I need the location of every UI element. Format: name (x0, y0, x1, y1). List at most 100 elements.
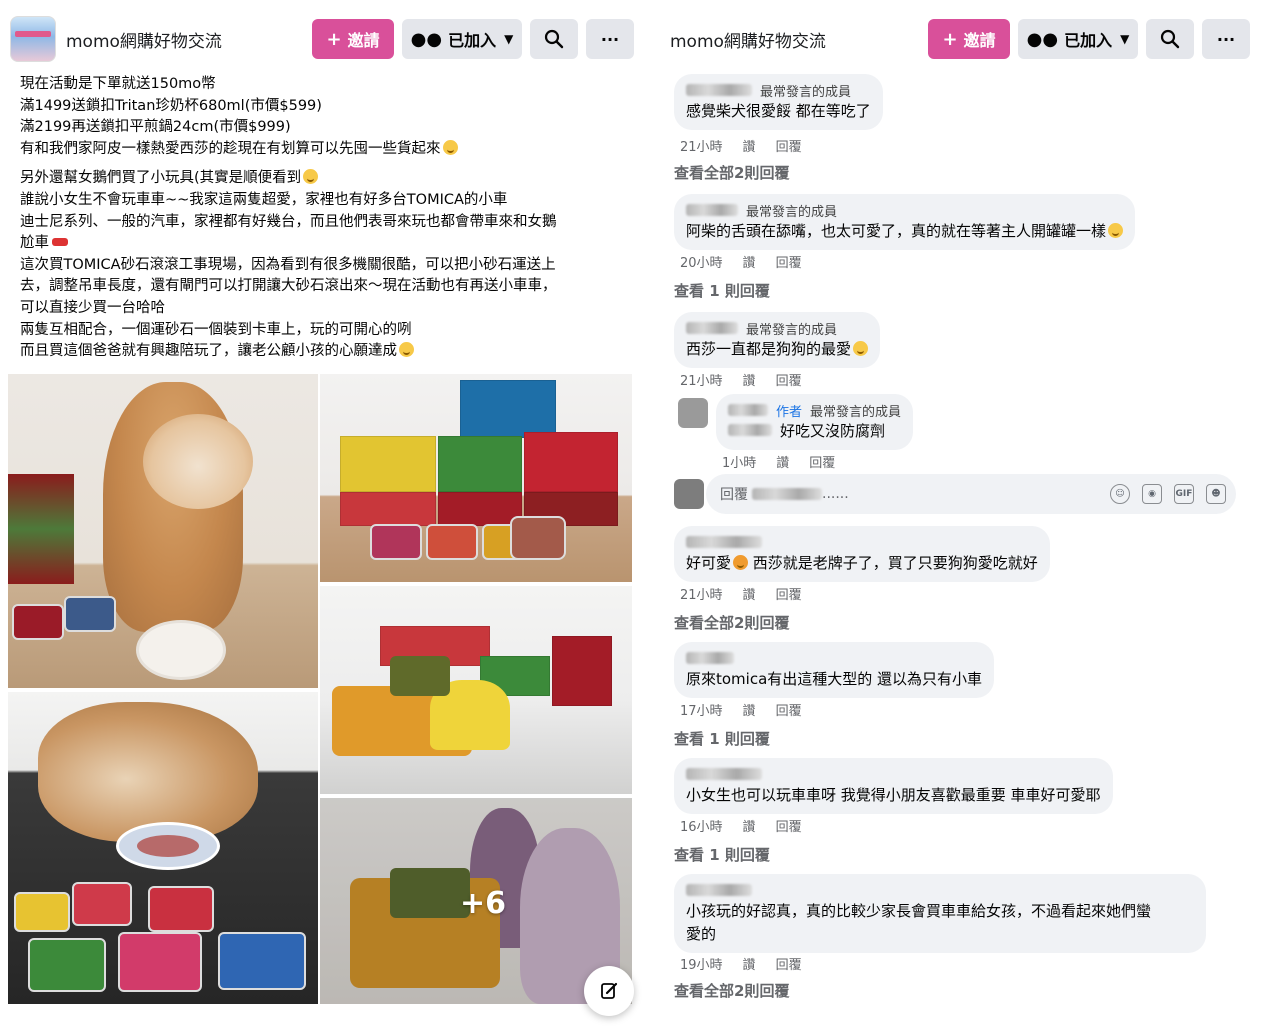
like-link[interactable]: 讚 (743, 370, 756, 389)
joined-button[interactable]: ●● 已加入 ▼ (1018, 19, 1138, 59)
edit-icon (601, 982, 618, 999)
commenter-name-blurred[interactable] (686, 536, 762, 548)
gif-icon[interactable]: GIF (1174, 484, 1194, 504)
invite-button[interactable]: + 邀請 (312, 19, 394, 59)
food-tray (28, 938, 106, 992)
comment-text: 感覺柴犬很愛餒 都在等吃了 (686, 102, 871, 120)
like-link[interactable]: 讚 (743, 136, 756, 155)
reply-link[interactable]: 回覆 (776, 584, 802, 603)
post-line: 尬車 (20, 233, 620, 255)
comment-bubble: 原來tomica有出這種大型的 還以為只有小車 (674, 642, 995, 698)
comment-bubble: 最常發言的成員 阿柴的舌頭在舔嘴，也太可愛了，真的就在等著主人開罐罐一樣 (674, 194, 1136, 250)
food-tray (426, 524, 478, 560)
food-tray (510, 516, 566, 560)
reply-link[interactable]: 回覆 (776, 370, 802, 389)
more-photos-count[interactable]: +6 (460, 886, 506, 921)
search-button[interactable] (1146, 19, 1194, 59)
post-line: 誰說小女生不會玩車車~~我家這兩隻超愛，家裡也有好多台TOMICA的小車 (20, 191, 508, 208)
sticker-icon[interactable]: ☻ (1206, 484, 1226, 504)
reply-link[interactable]: 回覆 (776, 136, 802, 155)
food-plate (116, 822, 220, 870)
more-options-button[interactable]: ··· (586, 19, 634, 59)
food-tray (72, 882, 132, 926)
comment-time[interactable]: 16小時 (680, 816, 723, 835)
joined-button[interactable]: ●● 已加入 ▼ (402, 19, 522, 59)
search-button[interactable] (530, 19, 578, 59)
cesar-box (340, 492, 436, 526)
emoji-icon[interactable]: ☺ (1110, 484, 1130, 504)
commenter-name-blurred[interactable] (686, 768, 762, 780)
comment-text: 原來tomica有出這種大型的 還以為只有小車 (686, 670, 983, 688)
cesar-box (438, 436, 522, 492)
post-photo[interactable] (320, 374, 632, 582)
laughing-emoji-icon (442, 139, 458, 155)
reply-link[interactable]: 回覆 (776, 700, 802, 719)
shiba-dog-face (143, 414, 253, 509)
view-replies-link[interactable]: 查看全部2則回覆 (674, 612, 789, 633)
more-options-button[interactable]: ··· (1202, 19, 1250, 59)
food-tray (64, 596, 116, 632)
view-replies-link[interactable]: 查看 1 則回覆 (674, 728, 770, 749)
comment-time[interactable]: 21小時 (680, 584, 723, 603)
invite-button[interactable]: + 邀請 (928, 19, 1010, 59)
post-line: 這次買TOMICA砂石滾滾工事現場，因為看到有很多機關很酷，可以把小砂石運送上 (20, 256, 556, 273)
replier-avatar[interactable] (678, 398, 708, 428)
invite-button-label: 邀請 (963, 31, 996, 50)
reply-input[interactable]: 回覆 ...... ☺ ◉ GIF ☻ (706, 474, 1236, 514)
view-replies-link[interactable]: 查看 1 則回覆 (674, 280, 770, 301)
group-members-icon: ●● (410, 28, 443, 50)
comment-time[interactable]: 21小時 (680, 370, 723, 389)
commenter-name-blurred[interactable] (728, 404, 768, 416)
commenter-name-blurred[interactable] (686, 204, 738, 216)
commenter-name-blurred[interactable] (686, 652, 734, 664)
group-name[interactable]: momo網購好物交流 (670, 27, 826, 52)
like-link[interactable]: 讚 (743, 700, 756, 719)
comment-text-line: 好吃又沒防腐劑 (728, 421, 901, 442)
view-replies-link[interactable]: 查看全部2則回覆 (674, 980, 789, 1001)
comment-time[interactable]: 21小時 (680, 136, 723, 155)
like-link[interactable]: 讚 (743, 584, 756, 603)
group-name[interactable]: momo網購好物交流 (66, 27, 222, 52)
view-replies-link[interactable]: 查看 1 則回覆 (674, 844, 770, 865)
post-photo[interactable] (8, 692, 318, 1004)
post-photo[interactable] (320, 586, 632, 794)
comment-text-line: 好可愛 西莎就是老牌子了，買了只要狗狗愛吃就好 (686, 553, 1038, 574)
mention-blurred[interactable] (728, 424, 772, 436)
joined-button-label: 已加入 (448, 31, 497, 50)
group-cover-thumbnail[interactable] (10, 16, 56, 62)
reply-link[interactable]: 回覆 (776, 954, 802, 973)
commenter-name-blurred[interactable] (686, 322, 738, 334)
view-replies-link[interactable]: 查看全部2則回覆 (674, 162, 789, 183)
reply-link[interactable]: 回覆 (776, 252, 802, 271)
comment-actions: 21小時 讚 回覆 (680, 136, 802, 155)
cesar-box (460, 380, 556, 438)
commenter-name-blurred[interactable] (686, 84, 752, 96)
like-link[interactable]: 讚 (776, 452, 789, 471)
food-tray (148, 886, 214, 932)
post-line: 滿1499送鎖扣Tritan珍奶杯680ml(市價$599) (20, 97, 322, 114)
comment-time[interactable]: 1小時 (722, 452, 756, 471)
post-photo[interactable]: +6 (320, 798, 632, 1004)
like-link[interactable]: 讚 (743, 252, 756, 271)
post-line: 滿2199再送鎖扣平煎鍋24cm(市價$999) (20, 119, 291, 136)
laughing-emoji-icon (303, 169, 319, 185)
shiba-dog (38, 702, 258, 842)
comment-time[interactable]: 20小時 (680, 252, 723, 271)
comment-text: 小孩玩的好認真，真的比較少家長會買車車給女孩，不過看起來她們蠻 (686, 902, 1152, 920)
food-tray (14, 892, 70, 932)
comment-text-line: 西莎一直都是狗狗的最愛 (686, 339, 869, 360)
camera-icon[interactable]: ◉ (1142, 484, 1162, 504)
reply-link[interactable]: 回覆 (809, 452, 835, 471)
more-dots-icon: ··· (600, 29, 620, 49)
commenter-name-blurred[interactable] (686, 884, 752, 896)
comment-time[interactable]: 17小時 (680, 700, 723, 719)
reply-link[interactable]: 回覆 (776, 816, 802, 835)
edit-button[interactable] (584, 966, 634, 1016)
comment-time[interactable]: 19小時 (680, 954, 723, 973)
post-line: 去，調整吊車長度，還有閘門可以打開讓大砂石滾出來～現在活動也有再送小車車， (20, 278, 557, 295)
like-link[interactable]: 讚 (743, 954, 756, 973)
invite-button-label: 邀請 (347, 31, 380, 50)
like-link[interactable]: 讚 (743, 816, 756, 835)
post-photo[interactable] (8, 374, 318, 688)
comment-bubble: 最常發言的成員 西莎一直都是狗狗的最愛 (674, 312, 881, 368)
